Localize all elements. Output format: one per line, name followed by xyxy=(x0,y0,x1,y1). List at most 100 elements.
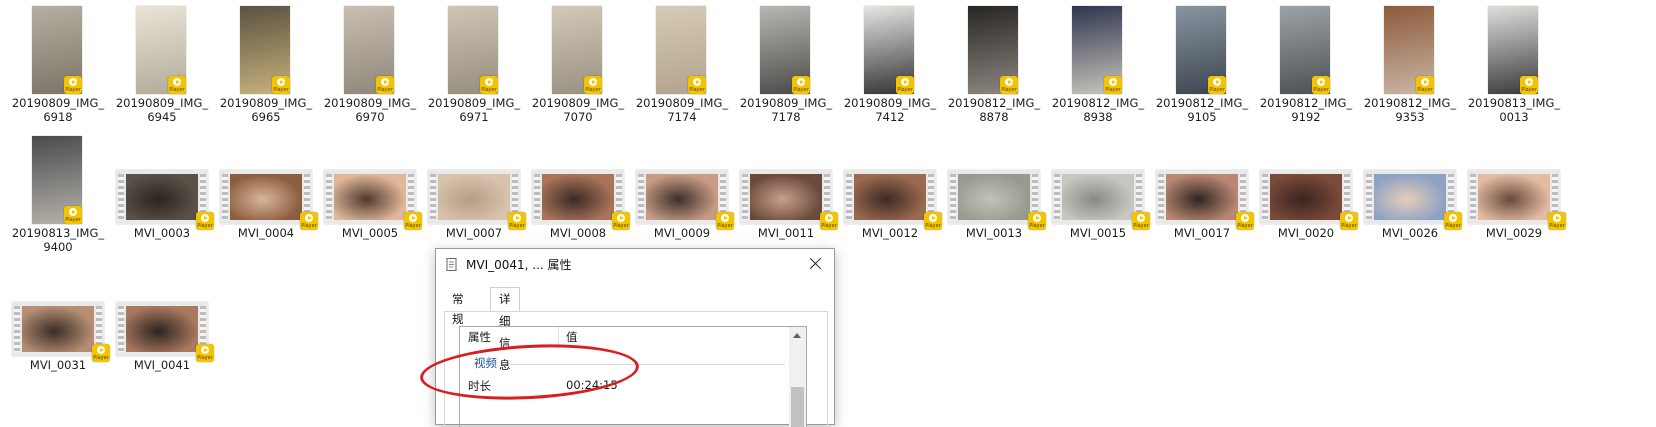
file-name[interactable]: 20190809_IMG_ 6918 xyxy=(6,96,110,124)
file-name[interactable]: 20190812_IMG_ 9192 xyxy=(1254,96,1358,124)
file-item[interactable]: Player MVI_0005 xyxy=(318,130,422,250)
file-name[interactable]: MVI_0029 xyxy=(1462,226,1566,240)
tab-general[interactable]: 常规 xyxy=(444,289,472,326)
file-item[interactable]: Player MVI_0017 xyxy=(1150,130,1254,250)
file-name[interactable]: MVI_0004 xyxy=(214,226,318,240)
file-thumbnail-area[interactable]: Player xyxy=(1462,0,1566,94)
file-thumbnail-area[interactable]: Player xyxy=(1150,130,1254,230)
file-item[interactable]: Player MVI_0007 xyxy=(422,130,526,250)
file-name[interactable]: 20190809_IMG_ 6970 xyxy=(318,96,422,124)
file-name[interactable]: 20190812_IMG_ 8938 xyxy=(1046,96,1150,124)
file-thumbnail-area[interactable]: Player xyxy=(422,0,526,94)
file-name[interactable]: MVI_0012 xyxy=(838,226,942,240)
file-item[interactable]: Player 20190812_IMG_ 8878 xyxy=(942,0,1046,124)
file-item[interactable]: Player 20190812_IMG_ 9105 xyxy=(1150,0,1254,124)
file-thumbnail-area[interactable]: Player xyxy=(942,130,1046,230)
file-item[interactable]: Player 20190812_IMG_ 9192 xyxy=(1254,0,1358,124)
file-thumbnail-area[interactable]: Player xyxy=(838,0,942,94)
file-name[interactable]: 20190812_IMG_ 9353 xyxy=(1358,96,1462,124)
file-thumbnail-area[interactable]: Player xyxy=(110,130,214,230)
file-item[interactable]: Player 20190809_IMG_ 7412 xyxy=(838,0,942,124)
file-item[interactable]: Player MVI_0013 xyxy=(942,130,1046,250)
file-thumbnail-area[interactable]: Player xyxy=(6,130,110,224)
file-name[interactable]: MVI_0031 xyxy=(6,358,110,372)
file-thumbnail-area[interactable]: Player xyxy=(318,0,422,94)
file-name[interactable]: MVI_0007 xyxy=(422,226,526,240)
file-name[interactable]: 20190812_IMG_ 9105 xyxy=(1150,96,1254,124)
file-name[interactable]: MVI_0020 xyxy=(1254,226,1358,240)
file-thumbnail-area[interactable]: Player xyxy=(734,0,838,94)
dialog-titlebar[interactable]: MVI_0041, ... 属性 xyxy=(436,249,834,279)
file-item[interactable]: Player MVI_0009 xyxy=(630,130,734,250)
file-name[interactable]: 20190809_IMG_ 6971 xyxy=(422,96,526,124)
file-thumbnail-area[interactable]: Player xyxy=(526,0,630,94)
file-item[interactable]: Player MVI_0015 xyxy=(1046,130,1150,250)
file-name[interactable]: 20190809_IMG_ 7174 xyxy=(630,96,734,124)
file-item[interactable]: Player 20190809_IMG_ 6945 xyxy=(110,0,214,124)
file-name[interactable]: 20190809_IMG_ 6965 xyxy=(214,96,318,124)
file-item[interactable]: Player MVI_0031 xyxy=(6,262,110,382)
file-name[interactable]: 20190809_IMG_ 7178 xyxy=(734,96,838,124)
tab-details[interactable]: 详细信息 xyxy=(490,287,520,372)
file-name[interactable]: MVI_0009 xyxy=(630,226,734,240)
scroll-up-icon[interactable] xyxy=(793,333,801,338)
file-name[interactable]: MVI_0017 xyxy=(1150,226,1254,240)
file-name[interactable]: MVI_0013 xyxy=(942,226,1046,240)
file-thumbnail-area[interactable]: Player xyxy=(110,0,214,94)
column-header-property[interactable]: 属性 xyxy=(468,329,491,345)
file-item[interactable]: Player 20190809_IMG_ 7178 xyxy=(734,0,838,124)
file-item[interactable]: Player MVI_0029 xyxy=(1462,130,1566,250)
file-thumbnail-area[interactable]: Player xyxy=(1150,0,1254,94)
file-item[interactable]: Player 20190809_IMG_ 6965 xyxy=(214,0,318,124)
column-header-value[interactable]: 值 xyxy=(566,329,578,345)
file-name[interactable]: MVI_0005 xyxy=(318,226,422,240)
file-thumbnail-area[interactable]: Player xyxy=(318,130,422,230)
file-item[interactable]: Player 20190809_IMG_ 6971 xyxy=(422,0,526,124)
file-thumbnail-area[interactable]: Player xyxy=(110,262,214,362)
file-item[interactable]: Player 20190813_IMG_ 9400 xyxy=(6,130,110,254)
file-name[interactable]: 20190812_IMG_ 8878 xyxy=(942,96,1046,124)
file-name[interactable]: 20190813_IMG_ 9400 xyxy=(6,226,110,254)
vertical-scrollbar[interactable] xyxy=(789,327,806,427)
file-name[interactable]: MVI_0003 xyxy=(110,226,214,240)
file-thumbnail-area[interactable]: Player xyxy=(1046,0,1150,94)
file-name[interactable]: MVI_0041 xyxy=(110,358,214,372)
file-thumbnail-area[interactable]: Player xyxy=(838,130,942,230)
file-name[interactable]: 20190809_IMG_ 7070 xyxy=(526,96,630,124)
file-thumbnail-area[interactable]: Player xyxy=(734,130,838,230)
file-item[interactable]: Player 20190812_IMG_ 8938 xyxy=(1046,0,1150,124)
file-item[interactable]: Player MVI_0008 xyxy=(526,130,630,250)
file-item[interactable]: Player MVI_0020 xyxy=(1254,130,1358,250)
file-thumbnail-area[interactable]: Player xyxy=(6,0,110,94)
file-name[interactable]: MVI_0026 xyxy=(1358,226,1462,240)
file-thumbnail-area[interactable]: Player xyxy=(942,0,1046,94)
file-thumbnail-area[interactable]: Player xyxy=(630,0,734,94)
file-item[interactable]: Player MVI_0026 xyxy=(1358,130,1462,250)
file-name[interactable]: MVI_0011 xyxy=(734,226,838,240)
file-name[interactable]: 20190809_IMG_ 6945 xyxy=(110,96,214,124)
file-item[interactable]: Player MVI_0003 xyxy=(110,130,214,250)
file-thumbnail-area[interactable]: Player xyxy=(6,262,110,362)
file-name[interactable]: 20190813_IMG_ 0013 xyxy=(1462,96,1566,124)
file-item[interactable]: Player 20190813_IMG_ 0013 xyxy=(1462,0,1566,124)
file-item[interactable]: Player MVI_0011 xyxy=(734,130,838,250)
file-item[interactable]: Player MVI_0004 xyxy=(214,130,318,250)
file-item[interactable]: Player MVI_0012 xyxy=(838,130,942,250)
file-item[interactable]: Player 20190809_IMG_ 7070 xyxy=(526,0,630,124)
file-thumbnail-area[interactable]: Player xyxy=(214,0,318,94)
file-thumbnail-area[interactable]: Player xyxy=(630,130,734,230)
file-thumbnail-area[interactable]: Player xyxy=(1358,130,1462,230)
file-name[interactable]: MVI_0008 xyxy=(526,226,630,240)
file-item[interactable]: Player 20190809_IMG_ 6918 xyxy=(6,0,110,124)
file-item[interactable]: Player 20190809_IMG_ 6970 xyxy=(318,0,422,124)
close-icon[interactable] xyxy=(806,254,826,274)
file-thumbnail-area[interactable]: Player xyxy=(1358,0,1462,94)
file-thumbnail-area[interactable]: Player xyxy=(1046,130,1150,230)
file-thumbnail-area[interactable]: Player xyxy=(214,130,318,230)
file-thumbnail-area[interactable]: Player xyxy=(422,130,526,230)
file-item[interactable]: Player 20190812_IMG_ 9353 xyxy=(1358,0,1462,124)
file-item[interactable]: Player 20190809_IMG_ 7174 xyxy=(630,0,734,124)
file-thumbnail-area[interactable]: Player xyxy=(1462,130,1566,230)
file-thumbnail-area[interactable]: Player xyxy=(526,130,630,230)
file-item[interactable]: Player MVI_0041 xyxy=(110,262,214,382)
